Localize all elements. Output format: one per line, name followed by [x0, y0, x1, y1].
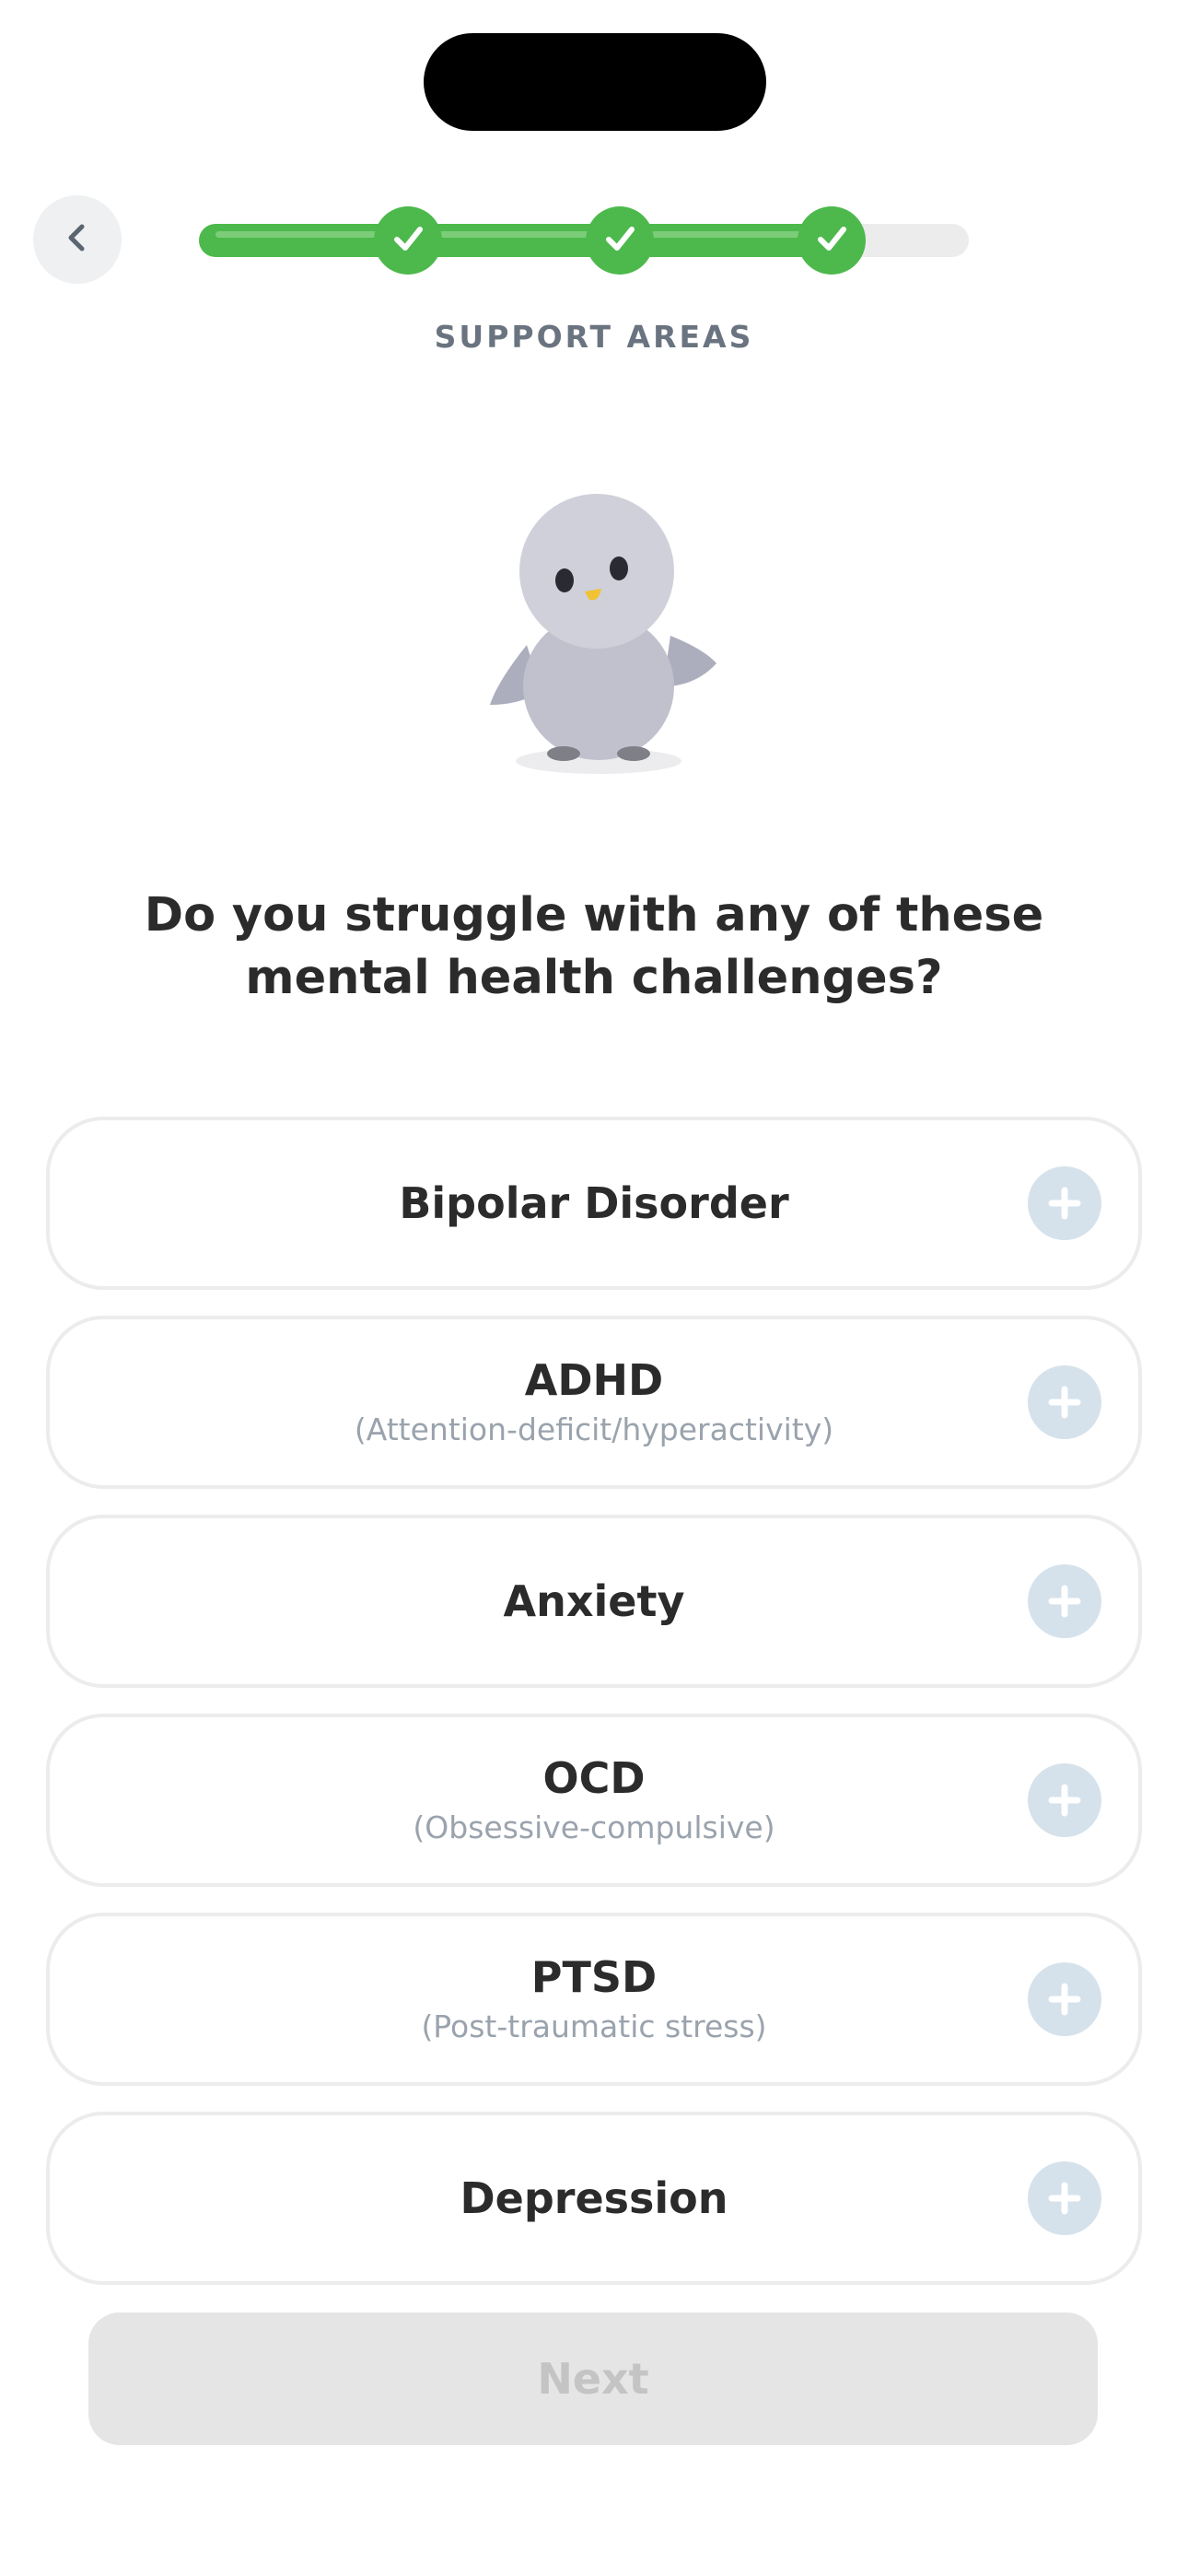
next-button[interactable]: Next — [88, 2313, 1098, 2445]
section-label: SUPPORT AREAS — [434, 319, 754, 355]
plus-icon[interactable] — [1028, 1763, 1101, 1837]
plus-icon[interactable] — [1028, 2161, 1101, 2235]
option-subtitle: (Post-traumatic stress) — [421, 2008, 767, 2044]
checkmark-icon — [813, 220, 850, 261]
options-list: Bipolar Disorder ADHD (Attention-deficit… — [46, 1117, 1142, 2311]
step-complete-2 — [586, 206, 654, 275]
option-title: Depression — [460, 2173, 728, 2223]
question-heading: Do you struggle with any of these mental… — [144, 888, 1044, 1005]
option-subtitle: (Obsessive-compulsive) — [413, 1809, 775, 1845]
option-anxiety[interactable]: Anxiety — [46, 1515, 1142, 1688]
option-bipolar-disorder[interactable]: Bipolar Disorder — [46, 1117, 1142, 1290]
chevron-left-icon — [59, 219, 96, 260]
checkmark-icon — [601, 220, 638, 261]
option-subtitle: (Attention-deficit/hyperactivity) — [354, 1411, 834, 1447]
plus-icon[interactable] — [1028, 1962, 1101, 2036]
option-title: Bipolar Disorder — [399, 1178, 789, 1228]
dynamic-island — [424, 33, 766, 131]
option-adhd[interactable]: ADHD (Attention-deficit/hyperactivity) — [46, 1316, 1142, 1489]
plus-icon[interactable] — [1028, 1166, 1101, 1240]
option-title: ADHD — [524, 1355, 664, 1405]
penguin-mascot-icon — [479, 488, 718, 783]
step-complete-3 — [798, 206, 866, 275]
option-ptsd[interactable]: PTSD (Post-traumatic stress) — [46, 1913, 1142, 2086]
option-ocd[interactable]: OCD (Obsessive-compulsive) — [46, 1714, 1142, 1887]
option-depression[interactable]: Depression — [46, 2112, 1142, 2285]
back-button[interactable] — [33, 195, 122, 284]
onboarding-screen: SUPPORT AREAS Do you struggle with any o… — [0, 0, 1188, 2576]
option-title: Anxiety — [503, 1576, 685, 1626]
plus-icon[interactable] — [1028, 1365, 1101, 1439]
plus-icon[interactable] — [1028, 1564, 1101, 1638]
option-title: PTSD — [530, 1952, 658, 2002]
step-complete-1 — [374, 206, 442, 275]
option-title: OCD — [542, 1753, 646, 1803]
progress-bar-fill — [199, 224, 831, 257]
checkmark-icon — [390, 220, 426, 261]
